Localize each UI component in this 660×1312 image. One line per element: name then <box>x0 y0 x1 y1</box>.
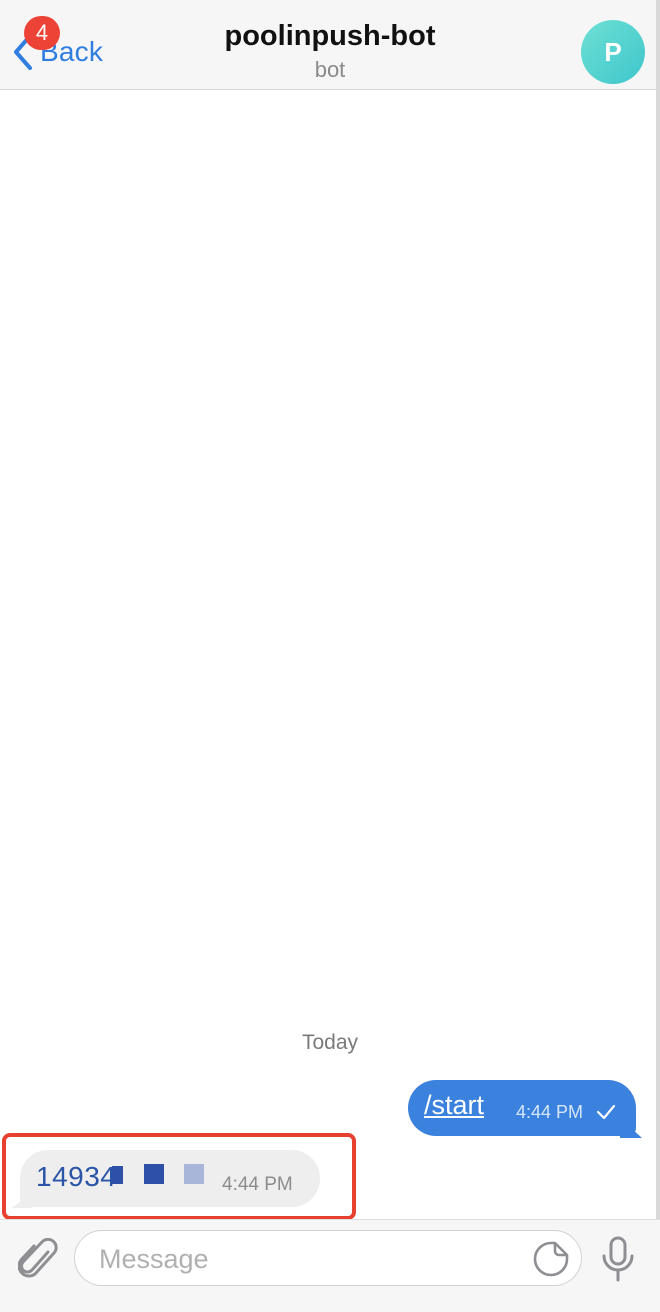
highlight-box <box>2 1133 356 1220</box>
sticker-icon[interactable] <box>533 1241 569 1277</box>
outgoing-message[interactable]: /start 4:44 PM <box>408 1080 636 1136</box>
attachment-icon[interactable] <box>18 1238 58 1282</box>
composer-bar <box>0 1219 660 1312</box>
chat-header: Back 4 poolinpush-bot bot P <box>0 0 660 90</box>
message-input[interactable] <box>97 1240 521 1278</box>
date-separator: Today <box>301 1031 359 1054</box>
microphone-icon[interactable] <box>600 1236 636 1284</box>
window-edge <box>656 0 660 1312</box>
message-text[interactable]: /start <box>424 1090 484 1121</box>
message-field[interactable] <box>74 1230 582 1286</box>
check-icon <box>596 1104 616 1120</box>
message-time: 4:44 PM <box>516 1102 584 1122</box>
chat-subtitle: bot <box>314 57 346 82</box>
avatar[interactable]: P <box>581 20 645 84</box>
chat-title[interactable]: poolinpush-bot <box>0 20 660 53</box>
